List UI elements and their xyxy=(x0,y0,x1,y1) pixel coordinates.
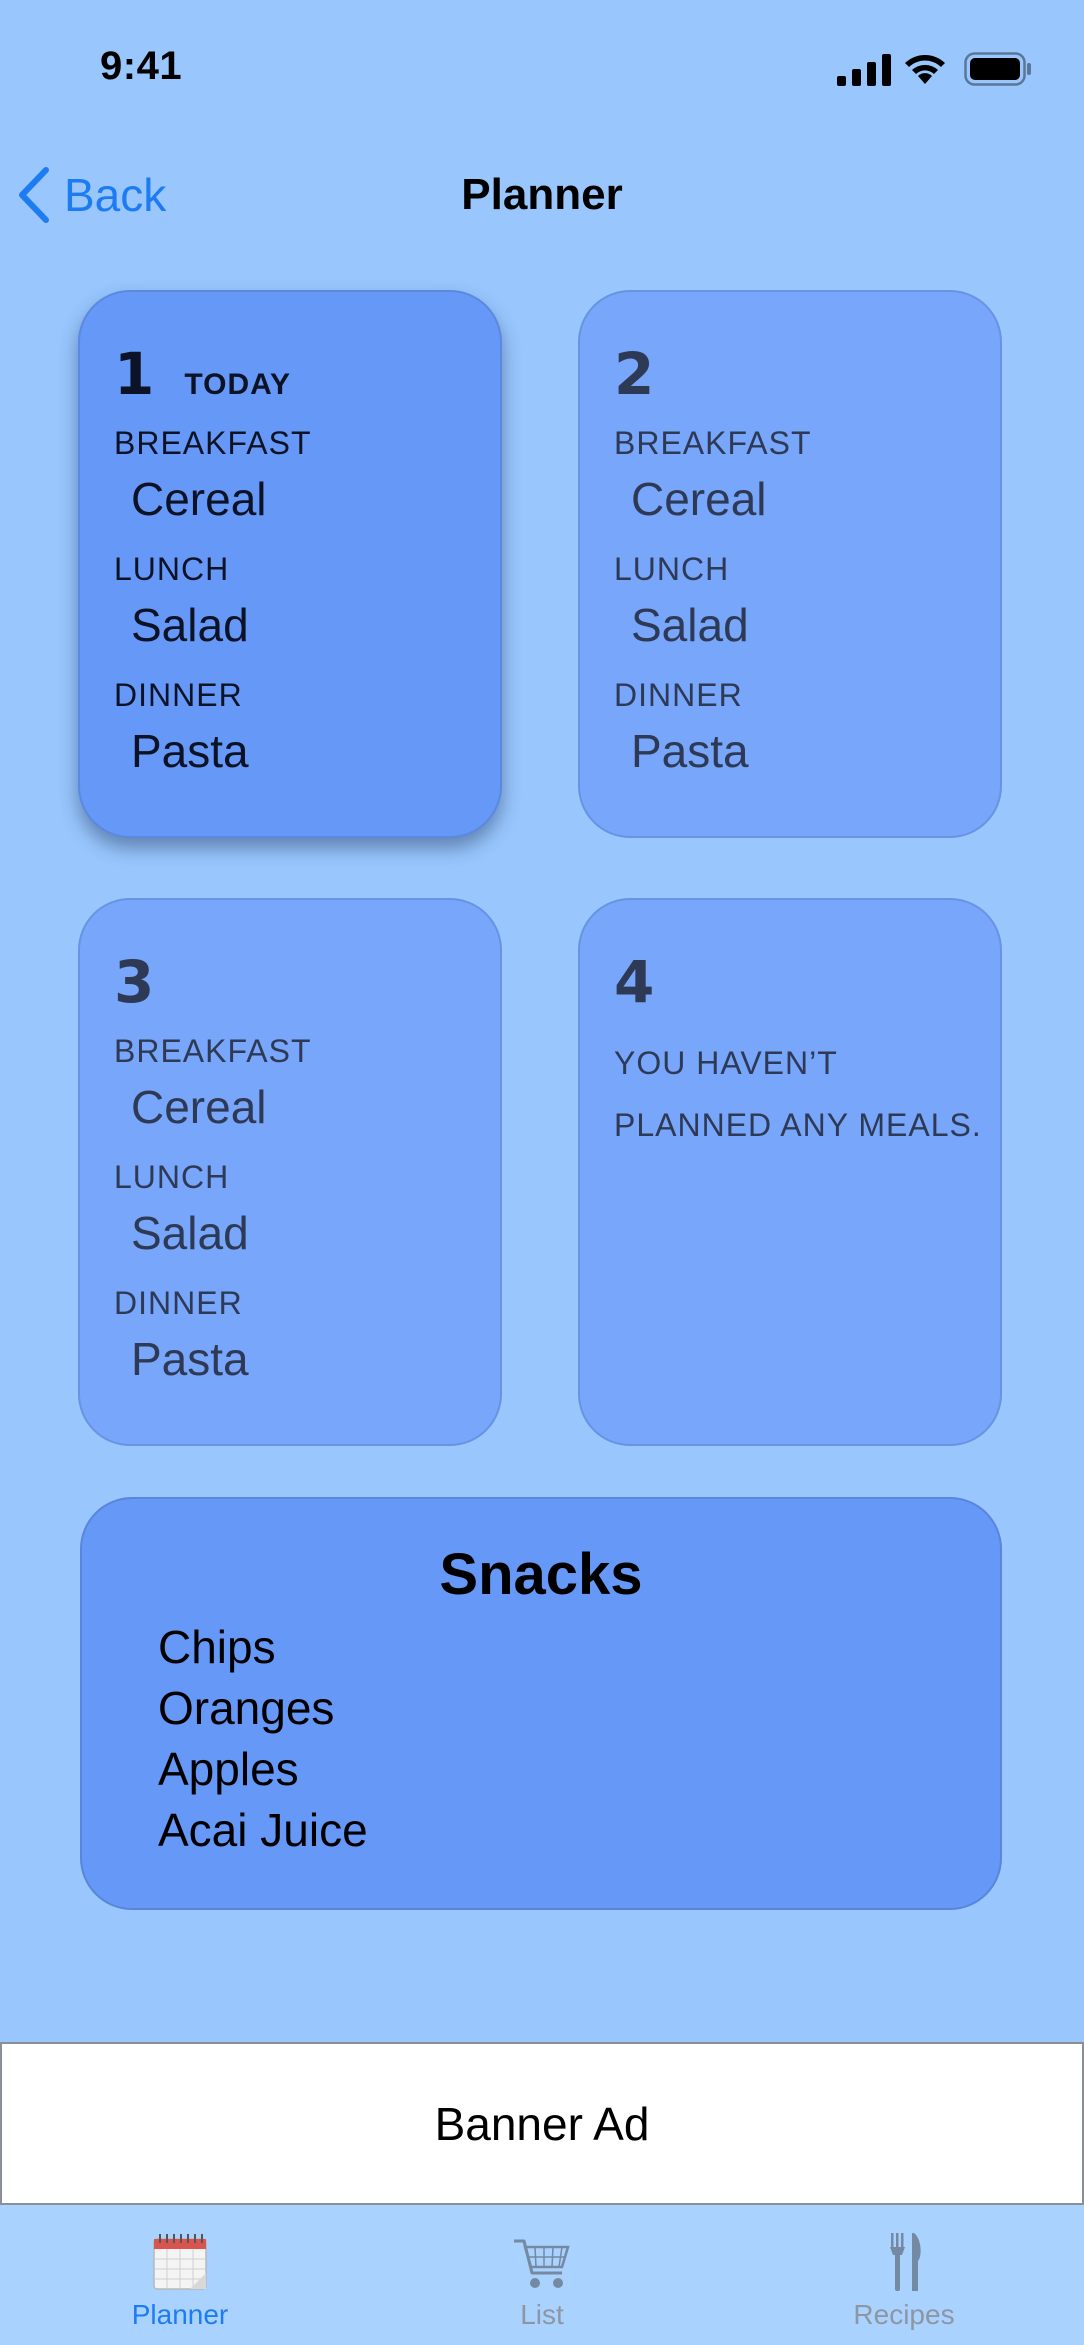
day-card-3[interactable]: 3 BREAKFAST Cereal LUNCH Salad DINNER Pa… xyxy=(78,898,502,1446)
day-card-4[interactable]: 4 YOU HAVEN’T PLANNED ANY MEALS. xyxy=(578,898,1002,1446)
meal-item-lunch: Salad xyxy=(131,599,249,651)
wifi-icon xyxy=(905,55,945,84)
page-title: Planner xyxy=(461,170,623,219)
tab-planner[interactable]: Planner xyxy=(80,2231,280,2331)
empty-state-line: PLANNED ANY MEALS. xyxy=(614,1107,982,1143)
day-number: 3 xyxy=(114,948,155,1016)
tab-list[interactable]: List xyxy=(442,2231,642,2331)
day-card-2[interactable]: 2 BREAKFAST Cereal LUNCH Salad DINNER Pa… xyxy=(578,290,1002,838)
navigation-bar: Back Planner xyxy=(0,150,1084,240)
meal-label-dinner: DINNER xyxy=(114,677,243,713)
banner-ad[interactable]: Banner Ad xyxy=(0,2042,1084,2205)
empty-state-message: YOU HAVEN’T PLANNED ANY MEALS. xyxy=(614,1032,1014,1156)
meal-item-lunch: Salad xyxy=(631,599,749,651)
meal-item-breakfast: Cereal xyxy=(131,1081,267,1133)
tab-bar: Planner List Recipes xyxy=(0,2205,1084,2345)
day-number: 2 xyxy=(614,340,655,408)
snack-item: Chips xyxy=(158,1621,276,1673)
tab-label: Recipes xyxy=(853,2299,955,2330)
tab-recipes[interactable]: Recipes xyxy=(804,2231,1004,2331)
day-card-1[interactable]: 1 TODAY BREAKFAST Cereal LUNCH Salad DIN… xyxy=(78,290,502,838)
meal-label-lunch: LUNCH xyxy=(614,551,730,587)
status-bar: 9:41 xyxy=(0,0,1084,130)
meal-label-breakfast: BREAKFAST xyxy=(114,1033,312,1069)
banner-ad-label: Banner Ad xyxy=(434,2097,650,2150)
meal-item-dinner: Pasta xyxy=(631,725,749,777)
meal-item-dinner: Pasta xyxy=(131,1333,249,1385)
meal-label-dinner: DINNER xyxy=(614,677,743,713)
meal-item-dinner: Pasta xyxy=(131,725,249,777)
meal-item-lunch: Salad xyxy=(131,1207,249,1259)
meal-list: BREAKFAST Cereal LUNCH Salad DINNER Past… xyxy=(114,1030,312,1408)
meal-list: BREAKFAST Cereal LUNCH Salad DINNER Past… xyxy=(614,422,812,800)
meal-label-dinner: DINNER xyxy=(114,1285,243,1321)
snack-item: Apples xyxy=(158,1743,299,1795)
meal-label-breakfast: BREAKFAST xyxy=(114,425,312,461)
battery-icon xyxy=(964,52,1031,86)
meal-label-lunch: LUNCH xyxy=(114,1159,230,1195)
calendar-icon xyxy=(153,2234,207,2290)
cellular-signal-icon xyxy=(837,54,891,86)
fork-knife-icon xyxy=(890,2233,921,2291)
meal-label-lunch: LUNCH xyxy=(114,551,230,587)
meal-label-breakfast: BREAKFAST xyxy=(614,425,812,461)
meal-item-breakfast: Cereal xyxy=(631,473,767,525)
snacks-title: Snacks xyxy=(439,1542,643,1607)
empty-state-line: YOU HAVEN’T xyxy=(614,1045,838,1081)
snack-item: Oranges xyxy=(158,1682,335,1734)
tab-label: Planner xyxy=(131,2299,229,2330)
status-time: 9:41 xyxy=(100,44,183,88)
meal-list: BREAKFAST Cereal LUNCH Salad DINNER Past… xyxy=(114,422,312,800)
day-number: 1 xyxy=(114,340,155,408)
meal-item-breakfast: Cereal xyxy=(131,473,267,525)
snacks-list: Chips Oranges Apples Acai Juice xyxy=(158,1617,368,1861)
day-number: 4 xyxy=(614,948,655,1016)
today-badge: TODAY xyxy=(184,368,292,401)
tab-label: List xyxy=(520,2299,564,2330)
snack-item: Acai Juice xyxy=(158,1804,368,1856)
snacks-card[interactable]: Snacks Chips Oranges Apples Acai Juice xyxy=(80,1497,1002,1910)
cart-icon xyxy=(514,2239,570,2288)
